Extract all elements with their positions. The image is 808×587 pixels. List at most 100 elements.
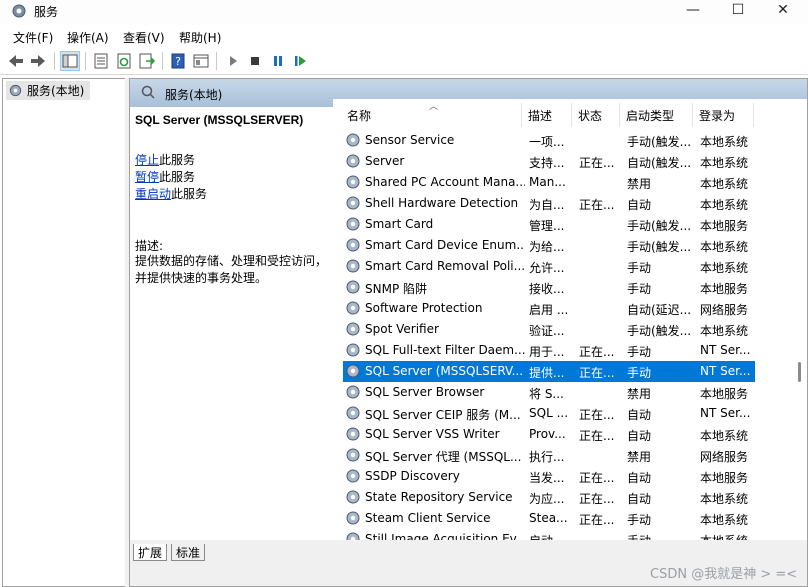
table-row[interactable]: Smart Card Removal Poli... 允许... 手动 本地系统 — [343, 256, 755, 277]
help-icon[interactable]: ? — [168, 51, 188, 71]
column-name[interactable]: 名称 — [347, 107, 371, 127]
service-description: 用于... — [529, 345, 565, 359]
table-row[interactable]: Smart Card 管理... 手动(触发... 本地服务 — [343, 214, 755, 235]
stop-icon[interactable] — [245, 51, 265, 71]
minimize-button[interactable]: — — [670, 0, 716, 22]
service-gear-icon — [346, 133, 360, 147]
service-startup-type: 禁用 — [627, 387, 652, 401]
service-description: 支持... — [529, 156, 565, 170]
service-log-on-as: 本地系统 — [700, 492, 749, 506]
service-gear-icon — [346, 448, 360, 462]
service-name: Still Image Acquisition Ev... — [365, 532, 525, 540]
service-name: SQL Server 代理 (MSSQL... — [365, 450, 522, 464]
table-row[interactable]: SQL Server VSS Writer Prov... 正在... 自动 本地系统 — [343, 424, 755, 445]
service-name: State Repository Service — [365, 490, 513, 504]
service-log-on-as: 本地系统 — [700, 513, 749, 527]
column-startup-type[interactable]: 启动类型 — [626, 107, 674, 127]
scrollbar-thumb[interactable] — [798, 362, 801, 382]
service-gear-icon — [346, 217, 360, 231]
refresh-icon[interactable] — [114, 51, 134, 71]
service-startup-type: 手动 — [627, 532, 693, 540]
play-icon[interactable] — [223, 51, 243, 71]
table-row[interactable]: Sensor Service 一项... 手动(触发... 本地系统 — [343, 130, 755, 151]
gear-icon — [9, 84, 22, 97]
service-gear-icon — [346, 259, 360, 273]
column-status[interactable]: 状态 — [578, 107, 602, 127]
back-arrow-icon[interactable] — [6, 51, 26, 71]
service-description: 提供... — [529, 366, 565, 380]
service-startup-type: 自动 — [627, 492, 652, 506]
close-button[interactable]: ✕ — [760, 0, 806, 22]
description-label: 描述: — [135, 239, 164, 253]
table-row[interactable]: Spot Verifier 验证... 手动(触发... 本地系统 — [343, 319, 755, 340]
table-row[interactable]: SQL Server (MSSQLSERV... 提供... 正在... 手动 NT S… — [343, 361, 755, 382]
table-row[interactable]: SQL Server Browser 将 S... 禁用 本地服务 — [343, 382, 755, 403]
export-icon[interactable] — [137, 51, 157, 71]
service-startup-type: 手动(触发... — [627, 135, 692, 149]
service-startup-type: 禁用 — [627, 450, 652, 464]
service-description: 启动... — [529, 532, 569, 540]
tree-item-label: 服务(本地) — [27, 84, 85, 98]
table-row[interactable]: Software Protection 启用 ... 自动(延迟... 网络服务 — [343, 298, 755, 319]
maximize-button[interactable]: ☐ — [715, 0, 761, 22]
table-row[interactable]: Steam Client Service Stea... 正在... 手动 本地系统 — [343, 508, 755, 529]
title-bar: 服务 — ☐ ✕ — [0, 0, 808, 25]
table-row[interactable]: Smart Card Device Enum... 为给... 手动(触发... 本地… — [343, 235, 755, 256]
service-name: SSDP Discovery — [365, 469, 460, 483]
tab-extended[interactable]: 扩展 — [133, 544, 168, 561]
menu-action[interactable]: 操作(A) — [67, 29, 109, 46]
service-startup-type: 手动 — [627, 513, 652, 527]
pause-service-link[interactable]: 暂停 — [135, 170, 159, 184]
service-gear-icon — [346, 385, 360, 399]
table-row[interactable]: SQL Full-text Filter Daem... 用于... 正在... 手动… — [343, 340, 755, 361]
vertical-scrollbar[interactable] — [793, 99, 807, 540]
table-row[interactable]: SNMP 陷阱 接收... 手动 本地服务 — [343, 277, 755, 298]
services-panel: 服务(本地) SQL Server (MSSQLSERVER) 停止此服务 暂停… — [129, 78, 808, 587]
service-log-on-as: 网络服务 — [700, 303, 749, 317]
table-row[interactable]: Shell Hardware Detection 为自... 正在... 自动 本地系统 — [343, 193, 755, 214]
table-row[interactable]: SSDP Discovery 当发... 正在... 自动 本地服务 — [343, 466, 755, 487]
forward-arrow-icon[interactable] — [28, 51, 48, 71]
details-icon[interactable] — [191, 51, 211, 71]
table-row[interactable]: SQL Server CEIP 服务 (M... SQL ... 正在... 自动 NT… — [343, 403, 755, 424]
service-log-on-as: 本地系统 — [700, 198, 749, 212]
table-row[interactable]: State Repository Service 为应... 正在... 自动 本地系统 — [343, 487, 755, 508]
console-tree-icon[interactable] — [60, 51, 80, 71]
service-status: 正在... — [579, 471, 615, 485]
tree-item-services-local[interactable]: 服务(本地) — [6, 81, 90, 100]
svg-text:?: ? — [175, 55, 181, 68]
service-startup-type: 自动 — [627, 408, 652, 422]
menu-view[interactable]: 查看(V) — [123, 29, 165, 46]
service-log-on-as: 本地系统 — [700, 261, 749, 275]
list-header: ︿ 名称 描述 状态 启动类型 登录为 — [333, 99, 807, 127]
service-description: Prov... — [529, 427, 566, 441]
service-name: SQL Server (MSSQLSERV... — [365, 364, 524, 378]
service-name: Server — [365, 154, 405, 168]
properties-icon[interactable] — [91, 51, 111, 71]
restart-icon[interactable] — [291, 51, 311, 71]
restart-action: 重启动此服务 — [135, 187, 208, 201]
service-gear-icon — [346, 196, 360, 210]
service-gear-icon — [346, 154, 360, 168]
sort-ascending-icon: ︿ — [429, 102, 439, 112]
tab-standard[interactable]: 标准 — [171, 544, 206, 561]
window-title: 服务 — [34, 5, 59, 19]
description-pane: SQL Server (MSSQLSERVER) 停止此服务 暂停此服务 重启动… — [130, 107, 332, 540]
menu-help[interactable]: 帮助(H) — [179, 29, 221, 46]
table-row[interactable]: SQL Server 代理 (MSSQL... 执行... 禁用 网络服务 — [343, 445, 755, 466]
pause-icon[interactable] — [268, 51, 288, 71]
service-gear-icon — [346, 175, 360, 189]
menu-file[interactable]: 文件(F) — [13, 29, 53, 46]
service-gear-icon — [346, 511, 360, 525]
table-row[interactable]: Still Image Acquisition Ev... 启动... 手动本地系统 — [343, 529, 755, 540]
column-log-on-as[interactable]: 登录为 — [699, 107, 735, 127]
service-name: SQL Full-text Filter Daem... — [365, 343, 525, 357]
service-log-on-as: 本地系统 — [700, 156, 749, 170]
service-log-on-as: 本地服务 — [700, 282, 749, 296]
table-row[interactable]: Shared PC Account Mana... Man... 禁用 本地系统 — [343, 172, 755, 193]
restart-service-link[interactable]: 重启动 — [135, 187, 171, 201]
stop-service-link[interactable]: 停止 — [135, 153, 159, 167]
table-row[interactable]: Server 支持... 正在... 自动(触发... 本地系统 — [343, 151, 755, 172]
service-description: 接收... — [529, 282, 565, 296]
column-description[interactable]: 描述 — [528, 107, 552, 127]
